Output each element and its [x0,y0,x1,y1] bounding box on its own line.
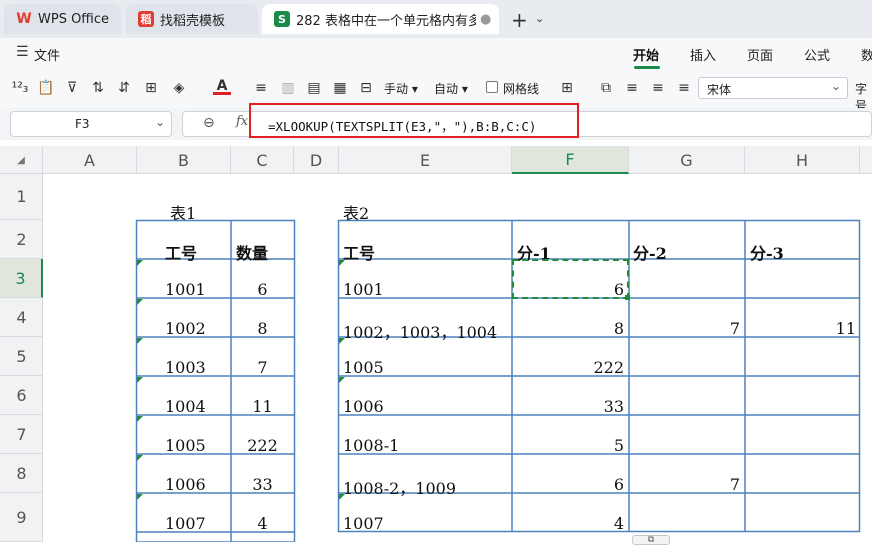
table1-qty-cell[interactable]: 33 [231,475,294,494]
text-number-indicator [137,416,143,422]
table2-header-part3[interactable]: 分-3 [750,240,784,264]
text-number-indicator [137,494,143,500]
table2-id-cell[interactable]: 1001 [343,280,384,299]
table2-part1-cell[interactable]: 33 [512,397,624,416]
table2-part1-cell[interactable]: 5 [512,436,624,455]
selected-cell-f3[interactable] [512,259,629,299]
table2-part2-cell[interactable]: 7 [629,319,740,338]
table1-id-cell[interactable]: 1003 [165,358,206,377]
table2-part1-cell[interactable]: 8 [512,319,624,338]
table2-part1-cell[interactable]: 222 [512,358,624,377]
text-number-indicator [137,260,143,266]
table1-qty-cell[interactable]: 6 [231,280,294,299]
text-number-indicator [137,338,143,344]
table2-header-part2[interactable]: 分-2 [633,240,667,264]
table2-id-cell[interactable]: 1005 [343,358,384,377]
table1-qty-cell[interactable]: 11 [231,397,294,416]
text-number-indicator [137,455,143,461]
table1-header-qty[interactable]: 数量 [236,240,268,264]
table1-qty-cell[interactable]: 4 [231,514,294,533]
table2-id-cell[interactable]: 1007 [343,514,384,533]
table2-part3-cell[interactable]: 11 [745,319,856,338]
table2-id-cell[interactable]: 1008-2，1009 [343,475,456,499]
table1-id-cell[interactable]: 1005 [165,436,206,455]
table1-id-cell[interactable]: 1006 [165,475,206,494]
table1-qty-cell[interactable]: 7 [231,358,294,377]
table1-qty-cell[interactable]: 222 [231,436,294,455]
table2-id-cell[interactable]: 1006 [343,397,384,416]
table1-header-id[interactable]: 工号 [165,240,197,264]
table2-part2-cell[interactable]: 7 [629,475,740,494]
text-number-indicator [137,377,143,383]
table2-part1-cell[interactable]: 6 [512,475,624,494]
table2-id-cell[interactable]: 1008-1 [343,436,399,455]
table2-header-id[interactable]: 工号 [343,240,375,264]
text-number-indicator [339,377,345,383]
table1-id-cell[interactable]: 1007 [165,514,206,533]
table-grid-lines [135,219,861,542]
table1-id-cell[interactable]: 1001 [165,280,206,299]
text-number-indicator [137,299,143,305]
table1-id-cell[interactable]: 1002 [165,319,206,338]
table1-id-cell[interactable]: 1004 [165,397,206,416]
table2-part1-cell[interactable]: 4 [512,514,624,533]
fill-handle[interactable] [625,295,630,300]
table2-id-cell[interactable]: 1002，1003，1004 [343,319,497,343]
table1-qty-cell[interactable]: 8 [231,319,294,338]
paste-options-icon[interactable]: ⧉ [632,535,670,545]
